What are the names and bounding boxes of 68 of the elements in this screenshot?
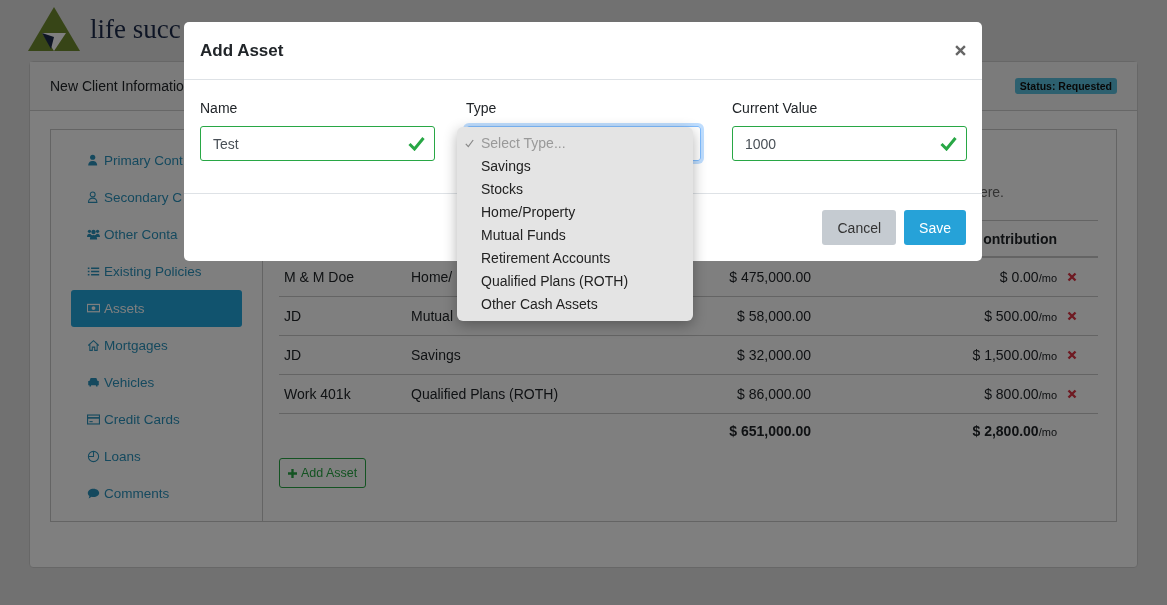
sidebar-item[interactable]: Assets — [71, 290, 242, 327]
input-field[interactable]: Test — [200, 126, 435, 161]
sidebar-item[interactable]: Existing Policies — [71, 253, 202, 290]
sidebar-item[interactable]: Other Conta — [71, 216, 178, 253]
person-icon — [87, 154, 100, 167]
total-value: $ 651,000.00 — [728, 423, 812, 439]
credit-card-icon — [87, 413, 100, 426]
field-label: Type — [466, 100, 497, 116]
table-cell: Savings — [411, 347, 461, 363]
car-icon — [87, 376, 100, 389]
table-cell-text: $ 0.00/mo — [998, 269, 1058, 285]
table-cell: JD — [284, 347, 302, 363]
logo-text: life succ — [90, 13, 181, 45]
input-field[interactable]: 1000 — [732, 126, 967, 161]
sidebar-item[interactable]: Primary Cont — [71, 142, 183, 179]
dropdown-option[interactable]: Qualified Plans (ROTH) — [457, 270, 693, 293]
person-outline-icon — [87, 191, 100, 204]
house-icon — [87, 339, 100, 352]
status-badge: Status: Requested — [1014, 78, 1117, 94]
table-cell-text: $ 475,000.00 — [728, 269, 812, 285]
delete-icon[interactable] — [1067, 350, 1077, 360]
sidebar-item[interactable]: Loans — [71, 438, 141, 475]
table-cell-text: $ 1,500.00/mo — [971, 347, 1058, 363]
dropdown-option[interactable]: Savings — [457, 155, 693, 178]
field-label: Name — [200, 100, 238, 116]
plus-icon — [288, 468, 297, 478]
table-cell: Home/ — [411, 269, 453, 285]
table-cell-text: $ 32,000.00 — [736, 347, 812, 363]
sidebar-item[interactable]: Comments — [71, 475, 170, 512]
table-cell: Work 401k — [284, 386, 351, 402]
field-label: Current Value — [732, 100, 818, 116]
banknote-icon — [87, 302, 100, 315]
table-cell-text: $ 86,000.00 — [736, 386, 812, 402]
speech-bubble-icon — [87, 487, 100, 500]
table-cell-text: $ 800.00/mo — [983, 386, 1058, 402]
sidebar-item[interactable]: Vehicles — [71, 364, 155, 401]
clock-icon — [87, 450, 100, 463]
delete-icon[interactable] — [1067, 272, 1077, 282]
table-cell: JD — [284, 308, 302, 324]
logo-icon — [28, 7, 80, 51]
cancel-button[interactable]: Cancel — [822, 210, 897, 245]
delete-icon[interactable] — [1067, 311, 1077, 321]
check-icon — [465, 139, 474, 148]
check-icon — [940, 136, 957, 151]
table-cell: M & M Doe — [284, 269, 354, 285]
save-button[interactable]: Save — [904, 210, 966, 245]
sidebar-item[interactable]: Mortgages — [71, 327, 168, 364]
table-cell-text: $ 58,000.00 — [736, 308, 812, 324]
dropdown-option[interactable]: Other Cash Assets — [457, 293, 693, 316]
table-cell-text: $ 500.00/mo — [983, 308, 1058, 324]
add-asset-button[interactable]: Add Asset — [279, 458, 367, 488]
column-header: ontribution — [982, 230, 1058, 247]
dropdown-option[interactable]: Mutual Funds — [457, 224, 693, 247]
dropdown-option[interactable]: Home/Property — [457, 201, 693, 224]
modal-title: Add Asset — [200, 40, 284, 61]
check-icon — [408, 136, 425, 151]
table-cell: Qualified Plans (ROTH) — [411, 386, 559, 402]
delete-icon[interactable] — [1067, 389, 1077, 399]
people-icon — [87, 228, 100, 241]
sidebar-item[interactable]: Secondary C — [71, 179, 183, 216]
close-icon[interactable] — [955, 45, 966, 56]
dropdown-option[interactable]: Stocks — [457, 178, 693, 201]
list-icon — [87, 265, 100, 278]
dropdown-option[interactable]: Retirement Accounts — [457, 247, 693, 270]
table-cell: Mutual — [411, 308, 454, 324]
sidebar-item[interactable]: Credit Cards — [71, 401, 180, 438]
card-title: New Client Informatio — [50, 78, 184, 94]
total-contribution: $ 2,800.00/mo — [971, 423, 1058, 439]
